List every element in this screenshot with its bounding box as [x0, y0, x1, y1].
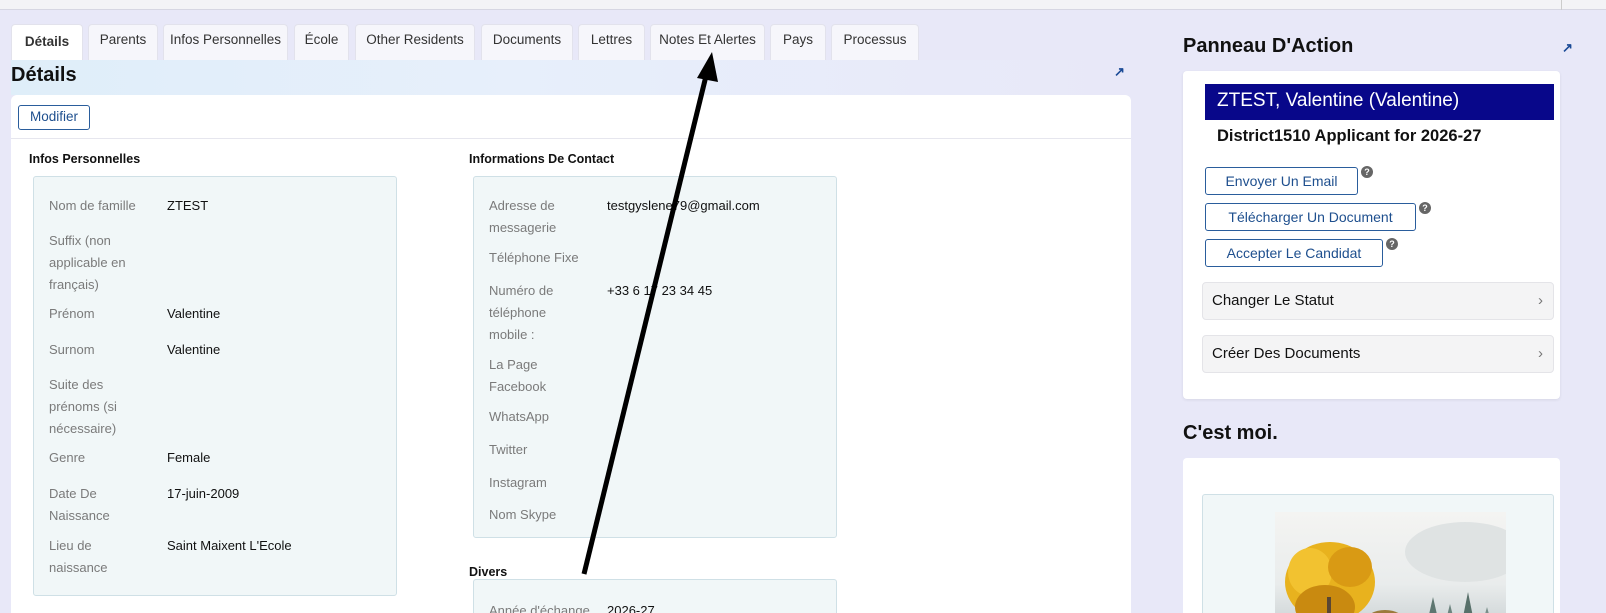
help-icon[interactable]: ? [1386, 238, 1398, 250]
candidate-name-bar: ZTEST, Valentine (Valentine) [1205, 84, 1554, 120]
help-icon[interactable]: ? [1419, 202, 1431, 214]
change-status-accordion[interactable]: Changer Le Statut › [1202, 282, 1554, 320]
photo-frame [1202, 494, 1554, 613]
annotation-arrow-shaft [581, 75, 709, 575]
accordion-label: Créer Des Documents [1212, 345, 1361, 362]
autumn-tree-image [1285, 522, 1506, 613]
about-card [1183, 458, 1560, 613]
chevron-right-icon: › [1538, 345, 1543, 362]
action-panel-title: Panneau D'Action [1183, 35, 1354, 57]
accept-candidate-button[interactable]: Accepter Le Candidat [1205, 239, 1383, 267]
chevron-right-icon: › [1538, 292, 1543, 309]
accordion-label: Changer Le Statut [1212, 292, 1334, 309]
annotation-arrow-head [697, 52, 718, 82]
upload-document-button[interactable]: Télécharger Un Document [1205, 203, 1416, 231]
send-email-button[interactable]: Envoyer Un Email [1205, 167, 1358, 195]
create-documents-accordion[interactable]: Créer Des Documents › [1202, 335, 1554, 373]
profile-photo [1275, 512, 1506, 613]
action-panel: ZTEST, Valentine (Valentine) District151… [1183, 71, 1560, 399]
applicant-label: District1510 Applicant for 2026-27 [1217, 127, 1482, 145]
expand-action-panel-icon[interactable]: ↗ [1562, 40, 1573, 56]
help-icon[interactable]: ? [1361, 166, 1373, 178]
about-title: C'est moi. [1183, 422, 1278, 444]
